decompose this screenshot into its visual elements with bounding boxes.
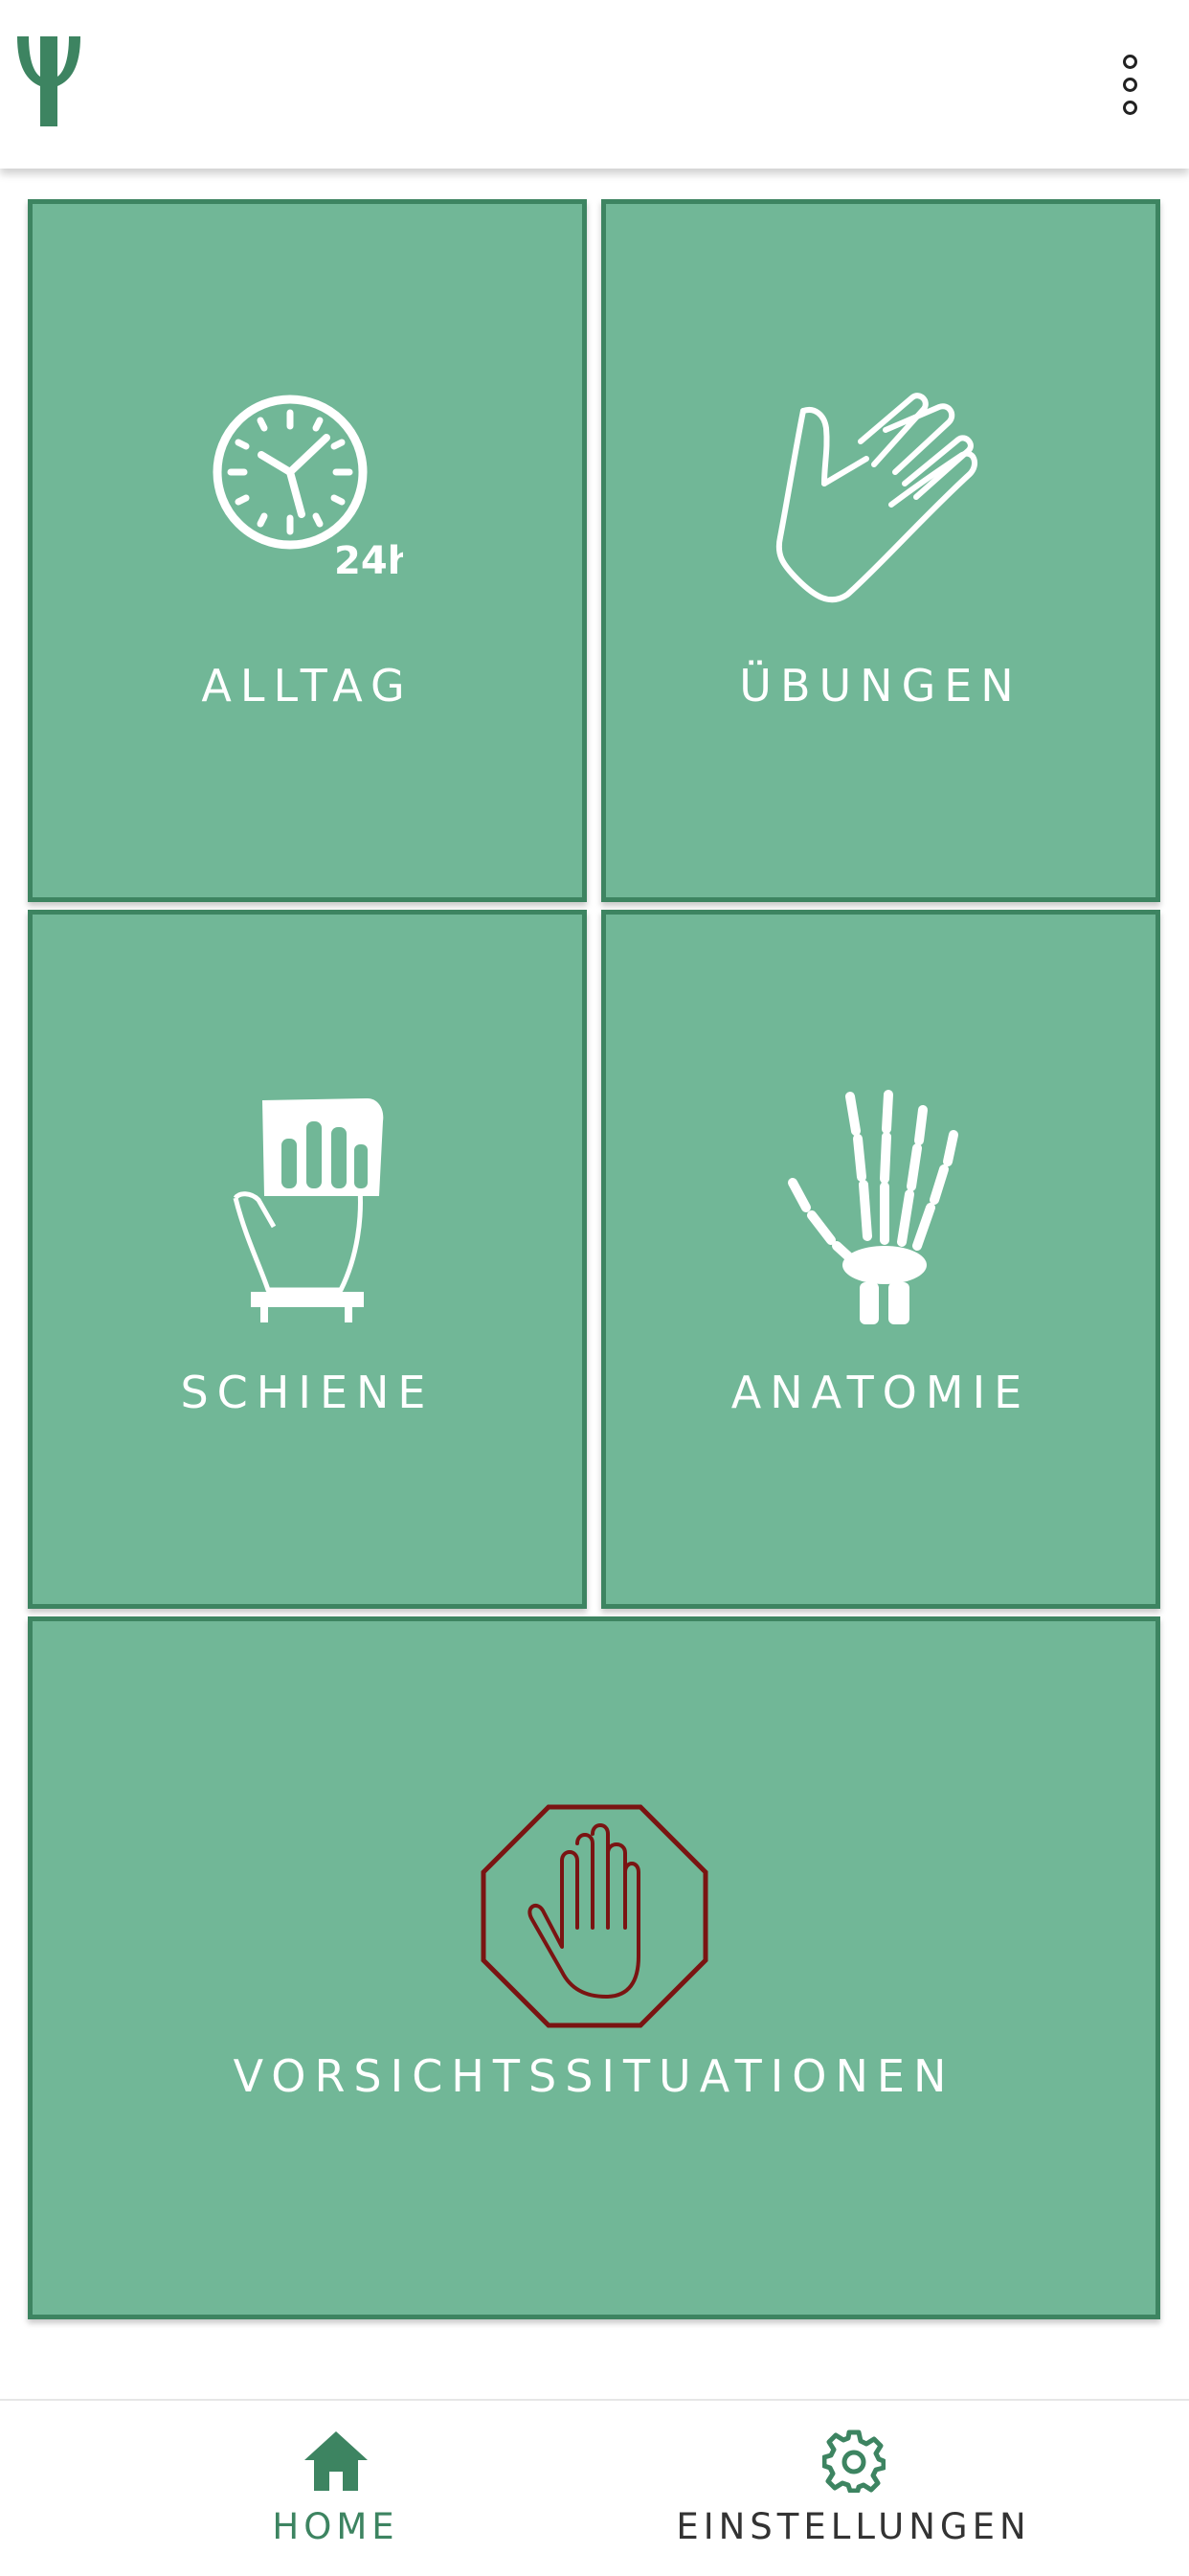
hand-exercise-icon	[771, 392, 991, 616]
more-vertical-icon-dot	[1122, 77, 1137, 92]
clock-24h-icon: 24h	[212, 394, 415, 589]
tile-schiene[interactable]: SCHIENE	[28, 910, 587, 1609]
tile-anatomie[interactable]: ANATOMIE	[601, 910, 1160, 1609]
tile-vorsichtssituationen[interactable]: VORSICHTSSITUATIONEN	[28, 1616, 1160, 2319]
tile-anatomie-label: ANATOMIE	[730, 1367, 1031, 1418]
nav-item-home[interactable]: HOME	[38, 2401, 633, 2576]
hand-skeleton-icon	[785, 1087, 976, 1330]
more-options-button[interactable]	[1109, 46, 1151, 123]
nav-item-einstellungen[interactable]: EINSTELLUNGEN	[556, 2401, 1151, 2576]
clock-24h-label: 24h	[334, 539, 403, 583]
gear-icon	[821, 2429, 886, 2497]
tile-vorsichtssituationen-label: VORSICHTSSITUATIONEN	[233, 2050, 955, 2102]
stop-hand-icon	[478, 1803, 711, 2033]
more-vertical-icon	[1122, 54, 1137, 69]
nav-item-einstellungen-label: EINSTELLUNGEN	[676, 2506, 1031, 2547]
nav-item-home-label: HOME	[272, 2506, 399, 2547]
tile-uebungen-label: ÜBUNGEN	[739, 660, 1022, 712]
clinic-logo-icon	[15, 33, 82, 128]
tile-uebungen[interactable]: ÜBUNGEN	[601, 199, 1160, 902]
tile-schiene-label: SCHIENE	[180, 1367, 435, 1418]
bottom-navigation: HOME EINSTELLUNGEN	[0, 2399, 1189, 2576]
app-bar	[0, 0, 1189, 169]
home-icon	[303, 2429, 370, 2497]
tile-alltag[interactable]: 24h ALLTAG	[28, 199, 587, 902]
tile-alltag-label: ALLTAG	[201, 660, 414, 712]
more-vertical-icon-dot	[1122, 100, 1137, 115]
hand-splint-icon	[226, 1093, 389, 1330]
